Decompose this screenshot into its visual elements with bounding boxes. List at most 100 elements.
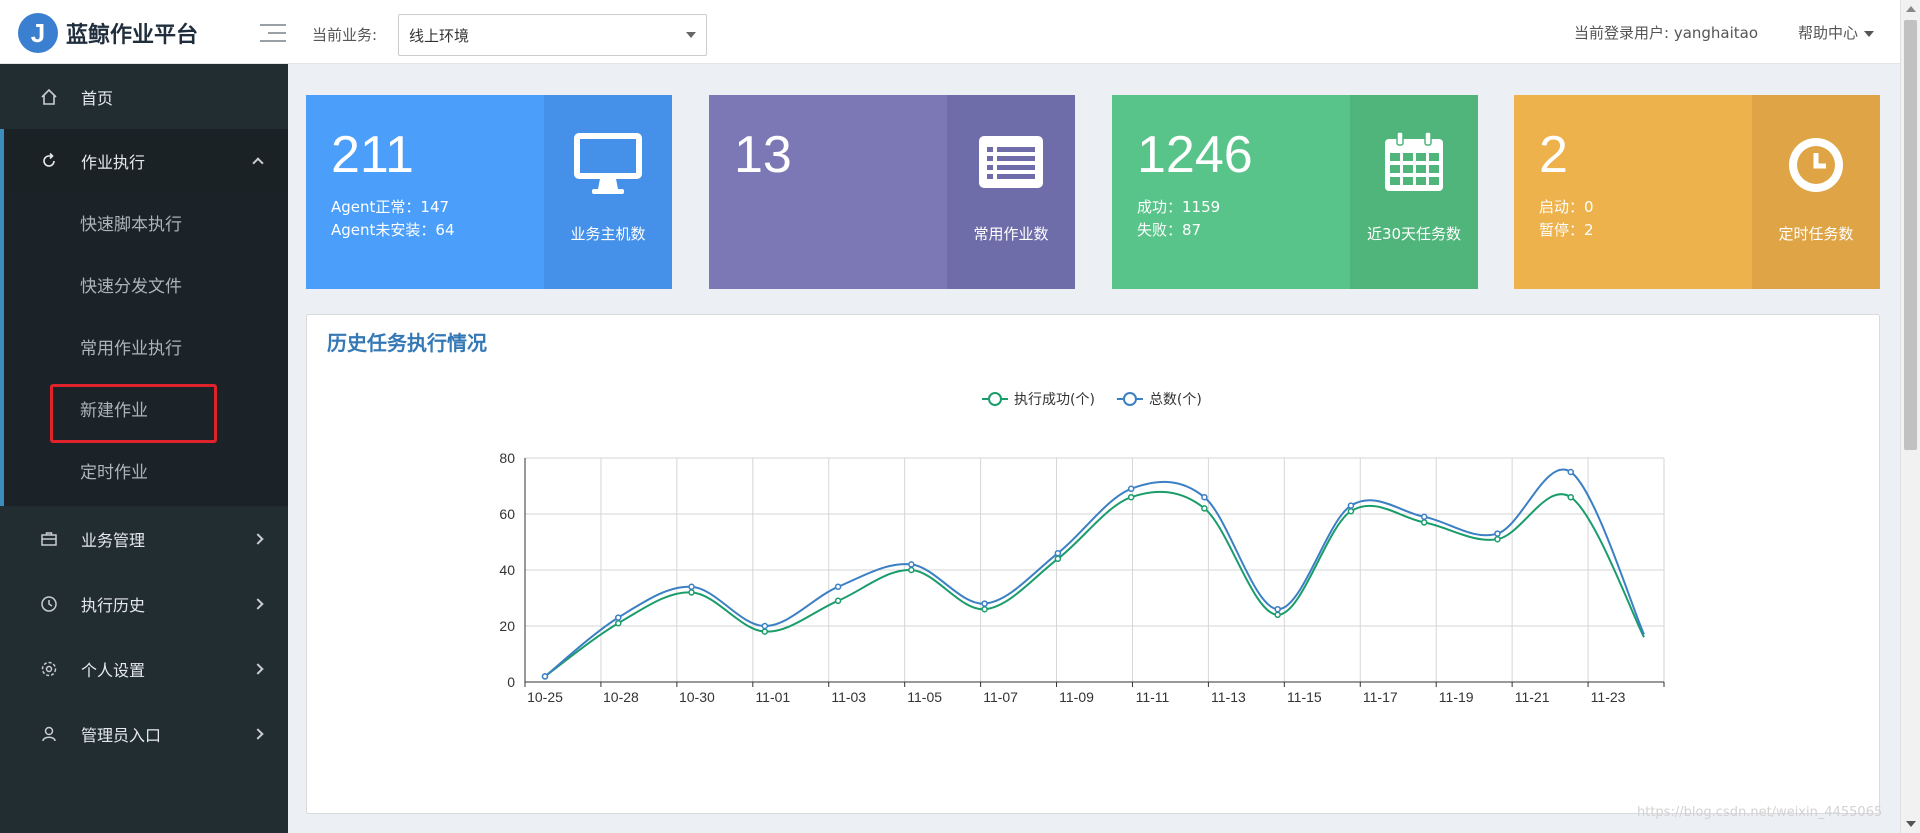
x-tick-label: 11-23: [1591, 689, 1626, 705]
scrollbar-thumb[interactable]: [1904, 20, 1917, 450]
x-tick-label: 10-25: [527, 689, 563, 705]
chevron-right-icon: [252, 598, 264, 610]
scroll-down-icon[interactable]: [1906, 821, 1916, 827]
help-center-label: 帮助中心: [1798, 24, 1859, 42]
stat-detail: Agent未安装：64: [331, 221, 455, 239]
sidebar-item-business-mgmt[interactable]: 业务管理: [0, 507, 288, 571]
submenu-quick-file[interactable]: 快速分发文件: [80, 272, 182, 297]
stat-label: 常用作业数: [973, 225, 1049, 243]
series-line: [544, 490, 1645, 678]
data-point: [1274, 605, 1281, 613]
menu-toggle-icon[interactable]: [260, 24, 286, 44]
x-tick-label: 11-07: [983, 689, 1018, 705]
sidebar-item-label: 首页: [81, 88, 114, 108]
stat-detail: 成功：1159: [1137, 198, 1221, 216]
data-point: [908, 561, 915, 568]
y-tick-label: 60: [499, 506, 515, 522]
stat-number: 211: [331, 126, 414, 184]
legend-label: 执行成功(个): [1014, 392, 1095, 408]
stat-label: 业务主机数: [570, 225, 646, 243]
data-point: [688, 583, 695, 591]
x-tick-label: 11-01: [755, 689, 790, 705]
logo[interactable]: J 蓝鲸作业平台: [18, 13, 198, 53]
data-point: [615, 619, 622, 627]
data-point: [1201, 505, 1208, 512]
app-title: 蓝鲸作业平台: [66, 23, 199, 48]
data-point: [981, 600, 988, 607]
stat-detail: 启动：0: [1539, 198, 1594, 216]
data-point: [1127, 485, 1135, 493]
submenu-quick-script[interactable]: 快速脚本执行: [80, 210, 182, 235]
y-tick-label: 80: [499, 450, 515, 466]
stat-card-recent-tasks[interactable]: 1246 成功：1159 失败：87 近30天任务数: [1112, 95, 1478, 289]
legend-marker: [988, 392, 1002, 406]
sidebar-item-job-execution[interactable]: 作业执行: [0, 129, 288, 193]
stat-label: 近30天任务数: [1366, 225, 1462, 243]
chevron-up-icon: [252, 157, 264, 169]
data-point: [834, 597, 842, 605]
chevron-right-icon: [252, 533, 264, 545]
dropdown-caret-icon: [686, 32, 696, 38]
data-point: [761, 622, 769, 630]
series-line: [544, 468, 1645, 678]
data-point: [1494, 530, 1501, 537]
sidebar-item-settings[interactable]: 个人设置: [0, 637, 288, 701]
user-icon: [42, 726, 56, 742]
scroll-up-icon[interactable]: [1906, 6, 1916, 12]
stat-detail: Agent正常：147: [331, 198, 450, 216]
list-icon: [979, 136, 1043, 188]
sidebar-item-history[interactable]: 执行历史: [0, 572, 288, 636]
legend-label: 总数(个): [1149, 392, 1202, 408]
business-label: 当前业务:: [312, 26, 378, 44]
stat-card-common-jobs[interactable]: 13 常用作业数: [709, 95, 1075, 289]
data-point: [908, 566, 915, 574]
business-select-value: 线上环境: [409, 27, 470, 45]
stat-card-side: 近30天任务数: [1350, 95, 1478, 289]
stat-number: 13: [734, 126, 792, 184]
job-execution-submenu: 快速脚本执行 快速分发文件 常用作业执行 新建作业 定时作业: [0, 193, 288, 506]
x-tick-label: 11-13: [1211, 689, 1246, 705]
stat-card-side: 常用作业数: [947, 95, 1075, 289]
sidebar-item-home[interactable]: 首页: [0, 64, 288, 129]
highlight-box: [50, 384, 217, 443]
y-tick-label: 0: [507, 674, 515, 690]
page-scrollbar[interactable]: [1900, 0, 1920, 833]
submenu-scheduled-job[interactable]: 定时作业: [80, 458, 148, 483]
y-tick-label: 40: [499, 562, 515, 578]
sidebar-item-label: 执行历史: [81, 596, 146, 615]
calendar-icon: [1385, 131, 1443, 191]
briefcase-icon: [41, 532, 57, 546]
sidebar-item-label: 管理员入口: [81, 726, 162, 745]
history-panel: 历史任务执行情况 0 20 40 60 80 10-25 10-28 10-30 11-01 11…: [306, 314, 1880, 814]
clock-icon: [41, 596, 57, 612]
gear-icon: [41, 661, 57, 677]
data-point: [1420, 519, 1428, 526]
sidebar-item-admin[interactable]: 管理员入口: [0, 702, 288, 766]
monitor-icon: [574, 133, 642, 194]
data-point: [834, 583, 842, 591]
submenu-common-job[interactable]: 常用作业执行: [80, 334, 182, 359]
chevron-right-icon: [252, 728, 264, 740]
data-point: [1567, 493, 1574, 501]
stat-card-scheduled[interactable]: 2 启动：0 暂停：2 定时任务数: [1514, 95, 1880, 289]
top-bar: J 蓝鲸作业平台 当前业务: 线上环境 当前登录用户: yanghaitao 帮…: [0, 0, 1920, 64]
chevron-down-icon: [1864, 30, 1875, 37]
legend-marker: [1122, 392, 1137, 406]
x-tick-label: 11-19: [1439, 689, 1474, 705]
data-point: [1201, 493, 1208, 501]
stat-card-side: 业务主机数: [544, 95, 672, 289]
watermark: https://blog.csdn.net/weixin_4455065: [1637, 805, 1883, 820]
clock-icon: [1789, 138, 1843, 192]
stat-card-side: 定时任务数: [1752, 95, 1880, 289]
data-point: [761, 628, 769, 635]
data-point: [1347, 502, 1355, 509]
stat-card-hosts[interactable]: 211 Agent正常：147 Agent未安装：64 业务主机数: [306, 95, 672, 289]
business-select[interactable]: 线上环境: [398, 14, 707, 56]
help-center-menu[interactable]: 帮助中心: [1798, 22, 1875, 43]
x-tick-label: 10-28: [603, 689, 639, 705]
data-point: [981, 605, 988, 613]
data-point: [1567, 468, 1574, 476]
stat-number: 2: [1539, 126, 1568, 184]
sidebar-item-label: 作业执行: [81, 153, 146, 172]
data-point: [615, 614, 622, 621]
